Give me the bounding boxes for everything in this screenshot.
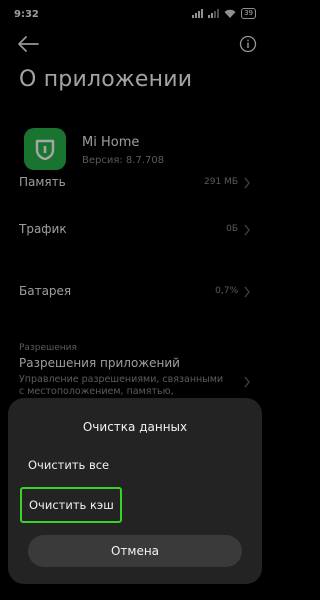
clear-cache-option[interactable]: Очистить кэш <box>20 487 122 523</box>
clear-all-option[interactable]: Очистить все <box>20 447 220 483</box>
clear-data-dialog: Очистка данных Очистить все Очистить кэш… <box>8 398 262 584</box>
cancel-button[interactable]: Отмена <box>28 535 242 567</box>
dialog-title: Очистка данных <box>82 420 188 434</box>
